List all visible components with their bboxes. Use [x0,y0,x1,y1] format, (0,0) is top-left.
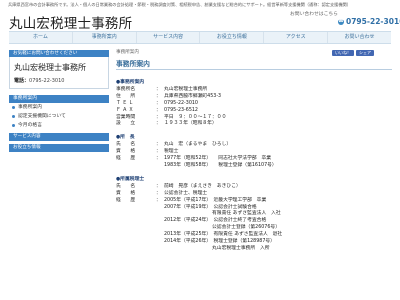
detail-row: 経 歴 ： 2005年（平成17年） 近畿大学理工学部 卒業 [116,198,392,205]
main-content: 事務所案内 いいね！ シェア 事務所案内 ●事務所案内 事務所名：丸山宏税理士事… [116,50,392,253]
detail-row: 資 格 ：公認会計士、税理士 [116,191,392,198]
detail-row: 営業時間：平日 ９：００～１７：００ [116,115,392,122]
detail-label: Ｆ Ａ Ｘ [116,107,134,113]
separator: ： [156,107,161,113]
detail-value: 2014年（平成26年） 税理士登録（第128987号） [164,239,275,245]
sidebar-item-maxim[interactable]: 今月の格言 [9,121,109,130]
detail-value: 兵庫県西脇市郷瀬町453-3 [164,93,222,99]
detail-row: 2013年（平成25年） 有限責任 あずさ監査法人 退社 [116,232,392,239]
nav-item-office[interactable]: 事務所案内 [73,32,137,43]
detail-value: 2005年（平成17年） 近畿大学理工学部 卒業 [164,197,267,203]
sidebar-menu-head[interactable]: 事務所案内 [9,95,109,103]
detail-row: 設 立 ： １９３３年（昭和８年） [116,121,392,128]
separator: ： [156,93,161,99]
header-tel[interactable]: 0795-22-3010 [346,17,400,26]
owner-section-title: ●所 長 [116,135,135,141]
staff-section-title: ●所属税理士 [116,176,145,182]
detail-row: 2014年（平成26年） 税理士登録（第128987号） [116,239,392,246]
detail-label: 資 格 [116,190,136,196]
detail-value: 前崎 晃彦（まえさき あきひこ） [164,183,241,189]
detail-row: Ｔ Ｅ Ｌ ： 0795-22-3010 [116,101,392,108]
bullet-icon [12,106,15,109]
bullet-icon [12,115,15,118]
office-section-title: ●事務所案内 [116,80,145,85]
detail-value: 2013年（平成25年） 有限責任 あずさ監査法人 退社 [164,232,283,238]
phone-icon: ☎ [338,19,344,25]
nav-item-services[interactable]: サービス内容 [137,32,201,43]
detail-label: 事務所名 [116,87,136,92]
sidebar-item-services[interactable]: サービス内容 [9,133,109,141]
separator: ： [156,156,161,162]
separator: ： [156,183,161,189]
separator: ： [156,100,161,106]
sidebar-item-info[interactable]: お役立ち情報 [9,144,109,152]
detail-row: 1983年（昭和58年） 税理士登録（第16107号） [116,163,392,170]
detail-label: Ｔ Ｅ Ｌ [116,100,134,106]
detail-row: 氏 名：丸山 宏（まるやま ひろし） [116,142,392,149]
office-card: 丸山宏税理士事務所 電話：0795-22-3010 [9,57,109,89]
separator: ： [156,121,161,127]
separator: ： [156,142,161,148]
office-card-tel-label: 電話： [14,78,30,84]
separator: ： [156,197,161,203]
site-header: 丸山宏税理士事務所 お問い合わせはこちら ☎ 0795-22-3010 [0,9,400,32]
sidebar-item-office[interactable]: 事務所案内 [9,103,109,112]
detail-row: Ｆ Ａ Ｘ ： 0795-23-6512 [116,108,392,115]
sidebar-menu: 事務所案内 事務所案内 認定支援機関について 今月の格言 サービス内容 お役立ち… [9,95,109,152]
site-title[interactable]: 丸山宏税理士事務所 [9,12,132,32]
detail-row: 丸山宏税理士事務所 入所 [116,246,392,253]
detail-value[interactable]: 0795-22-3010 [164,101,198,108]
detail-label: 設 立 [116,121,136,127]
sidebar-item-label: 今月の格言 [18,123,42,128]
nav-item-access[interactable]: アクセス [264,32,329,43]
facebook-like-button[interactable]: いいね！ [332,50,354,56]
detail-value: 1977年（昭和52年） 同志社大学法学部 卒業 [164,156,272,162]
sidebar-item-label: 認定支援機関について [18,114,66,119]
sidebar-item-certified[interactable]: 認定支援機関について [9,112,109,121]
detail-value: 1983年（昭和58年） 税理士登録（第16107号） [164,163,277,169]
detail-label: 氏 名 [116,183,136,189]
contact-prompt: お問い合わせはこちら [290,12,338,17]
page-title: 事務所案内 [116,59,392,70]
detail-value: 公認会計士、税理士 [164,190,208,196]
sidebar-item-label: 事務所案内 [18,105,42,110]
sidebar-notice: お気軽にお問い合わせください [9,50,109,57]
facebook-share-button[interactable]: シェア [356,50,374,56]
separator: ： [156,114,161,120]
detail-value: 丸山宏税理士事務所 [164,87,208,92]
global-nav: ホーム 事務所案内 サービス内容 お役立ち情報 アクセス お問い合わせ [9,31,391,44]
separator: ： [156,190,161,196]
top-tagline: 兵庫県西宮市の会計事務所です。法人・個人の日常業務の会計処理・節税・税務調査対策… [8,2,351,7]
sidebar: お気軽にお問い合わせください 丸山宏税理士事務所 電話：0795-22-3010… [9,50,109,152]
nav-item-contact[interactable]: お問い合わせ [328,32,391,43]
detail-row: 氏 名 ：前崎 晃彦（まえさき あきひこ） [116,184,392,191]
office-card-tel: 電話：0795-22-3010 [14,77,104,84]
office-details: ●事務所案内 事務所名：丸山宏税理士事務所 住 所：兵庫県西脇市郷瀬町453-3… [116,79,392,253]
nav-item-home[interactable]: ホーム [9,32,73,43]
nav-item-info[interactable]: お役立ち情報 [200,32,265,43]
detail-label: 経 歴 [116,156,136,162]
detail-row: 経 歴 ： 1977年（昭和52年） 同志社大学法学部 卒業 [116,156,392,163]
office-card-tel-number[interactable]: 0795-22-3010 [29,78,64,84]
detail-row: 事務所名 ：丸山宏税理士事務所 [116,87,392,94]
separator: ： [156,149,161,155]
detail-value: 0795-23-6512 [164,107,198,113]
office-card-name: 丸山宏税理士事務所 [14,63,86,72]
detail-label: 経 歴 [116,197,136,203]
detail-row: 住 所 ：兵庫県西脇市郷瀬町453-3 [116,94,392,101]
separator: ： [156,87,161,92]
bullet-icon [12,124,15,127]
detail-label: 住 所 [116,93,136,99]
detail-value: 丸山宏税理士事務所 入所 [164,245,270,251]
detail-value: １９３３年（昭和８年） [164,121,217,127]
